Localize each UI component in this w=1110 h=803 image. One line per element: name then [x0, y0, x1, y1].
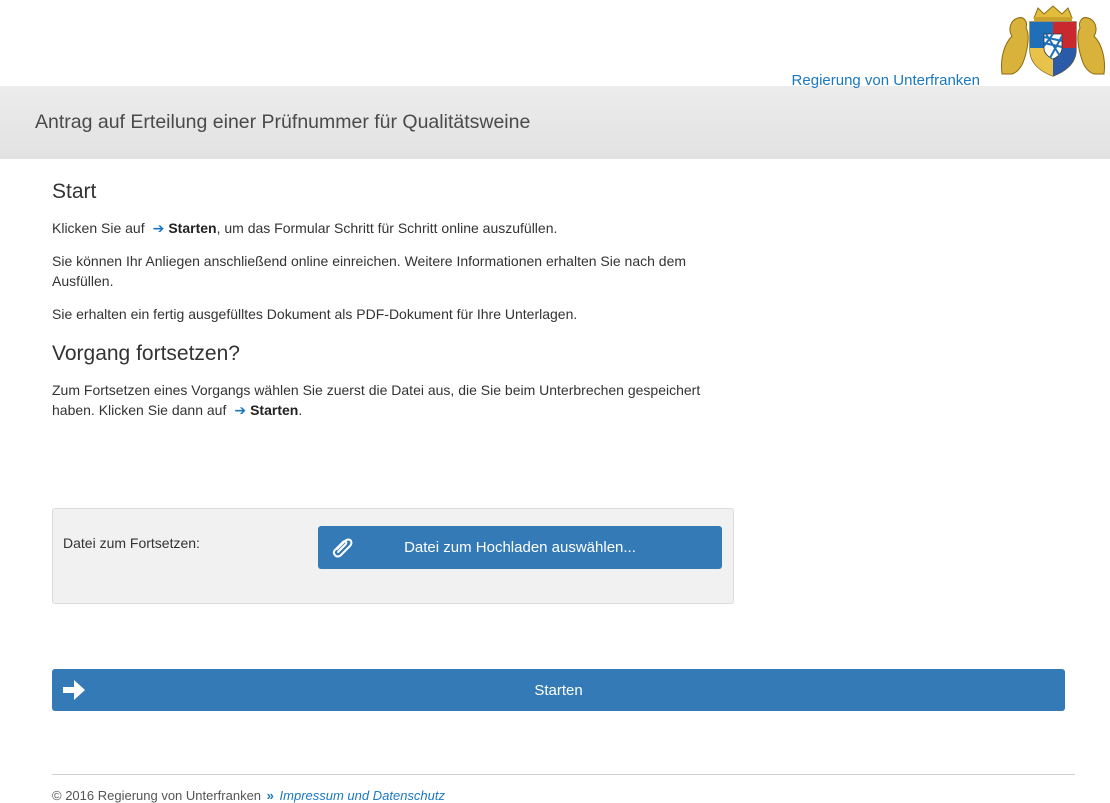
start-p1-bold: Starten [168, 220, 217, 236]
header: Regierung von Unterfranken [0, 0, 1110, 89]
arrow-right-icon: ➔ [234, 402, 247, 418]
upload-label: Datei zum Fortsetzen: [63, 535, 200, 551]
arrow-right-icon: ➔ [152, 220, 165, 236]
upload-panel: Datei zum Fortsetzen: Datei zum Hochlade… [52, 508, 734, 604]
coat-of-arms-icon [1001, 5, 1105, 77]
start-heading: Start [52, 180, 97, 203]
file-upload-button[interactable]: Datei zum Hochladen auswählen... [318, 526, 722, 569]
continue-paragraph: Zum Fortsetzen eines Vorgangs wählen Sie… [52, 380, 742, 420]
start-paragraph-1: Klicken Sie auf ➔ Starten, um das Formular… [52, 218, 742, 238]
continue-p1-bold: Starten [250, 402, 299, 418]
gov-name-text[interactable]: Regierung von Unterfranken [792, 72, 980, 89]
title-bar: Antrag auf Erteilung einer Prüfnummer fü… [0, 86, 1110, 159]
start-button[interactable]: Starten [52, 669, 1065, 711]
double-chevron-right-icon: » [266, 788, 274, 803]
gov-name-link[interactable]: Regierung von Unterfranken [792, 72, 980, 89]
start-button-label: Starten [534, 681, 583, 699]
start-paragraph-3: Sie erhalten ein fertig ausgefülltes Dok… [52, 306, 578, 322]
start-paragraph-2: Sie können Ihr Anliegen anschließend onl… [52, 253, 687, 289]
paperclip-icon [332, 538, 353, 558]
start-p1-post: , um das Formular Schritt für Schritt on… [216, 220, 558, 236]
start-p1-pre: Klicken Sie auf [52, 220, 145, 236]
main-content: Start Klicken Sie auf ➔ Starten, um das Fo… [52, 180, 742, 433]
footer-copyright: © 2016 Regierung von Unterfranken [52, 788, 262, 803]
arrow-right-icon [63, 680, 85, 700]
continue-p1-pre: Zum Fortsetzen eines Vorgangs wählen Sie… [52, 382, 701, 418]
continue-p1-post: . [298, 402, 303, 418]
file-upload-button-label: Datei zum Hochladen auswählen... [404, 539, 636, 556]
footer-imprint-link[interactable]: Impressum und Datenschutz [280, 788, 445, 803]
page-title: Antrag auf Erteilung einer Prüfnummer fü… [35, 111, 531, 133]
footer: © 2016 Regierung von Unterfranken » Impr… [52, 788, 445, 803]
footer-divider [52, 774, 1075, 775]
continue-heading: Vorgang fortsetzen? [52, 342, 240, 365]
